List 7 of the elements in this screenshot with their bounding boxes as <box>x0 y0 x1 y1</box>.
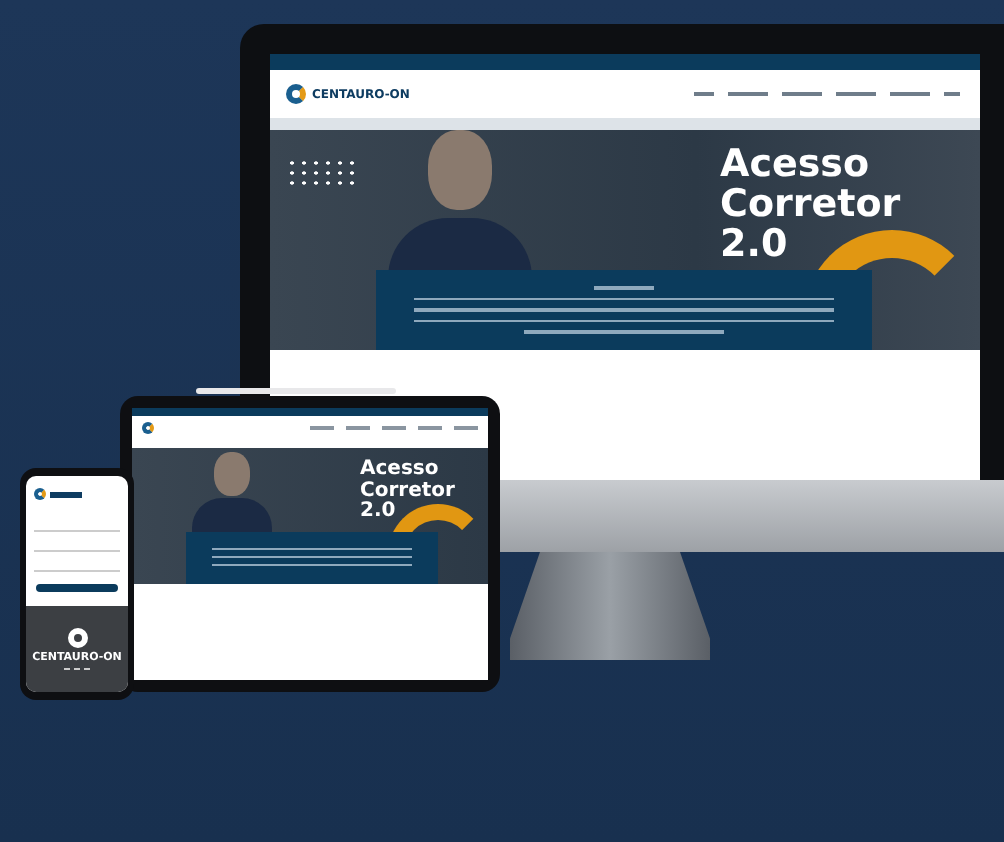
hero-title: Acesso Corretor 2.0 <box>720 146 901 266</box>
brand-ring-icon <box>67 628 87 648</box>
logo-drawing <box>34 488 82 500</box>
stylus-icon <box>196 388 396 394</box>
logo-ring-icon <box>142 422 154 434</box>
logo-ring-icon <box>286 84 306 104</box>
tablet-hero-title: Acesso Corretor 2.0 <box>360 460 455 523</box>
